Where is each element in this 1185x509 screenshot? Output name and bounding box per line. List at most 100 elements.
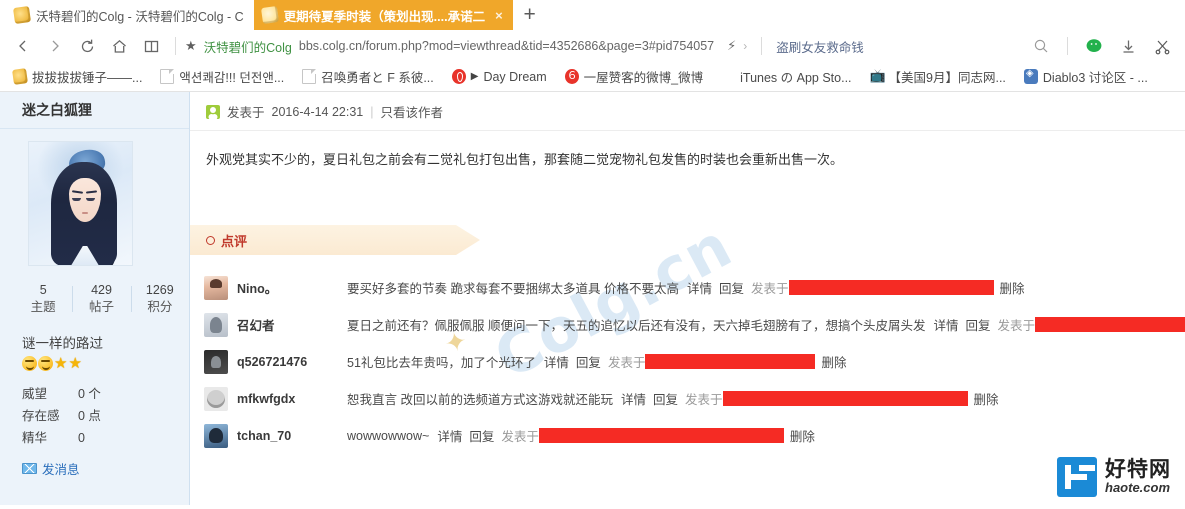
wechat-icon[interactable] xyxy=(1079,31,1109,61)
stat-points-value: 1269 xyxy=(145,283,174,297)
comment-text: 要买好多套的节奏 跪求每套不要捆绑太多道具 价格不要太高 xyxy=(347,282,679,296)
haote-en-label: haote.com xyxy=(1105,480,1171,496)
colg-icon xyxy=(12,5,32,25)
bookmark-6-label: 【美国9月】同志网... xyxy=(888,71,1006,85)
bookmark-star-icon[interactable]: ★ xyxy=(185,38,197,54)
rank-title: 谜一样的路过 xyxy=(22,336,103,351)
attribute-digest: 精华 0 xyxy=(22,427,189,449)
table-row: tchan_70 wowwowwow~ 详情 回复 发表于 删除 xyxy=(204,417,1185,454)
avatar[interactable] xyxy=(204,423,228,448)
attribute-digest-key: 精华 xyxy=(22,431,48,445)
book-icon[interactable] xyxy=(136,31,166,61)
bookmark-2[interactable]: 召喚勇者と F 系彼... xyxy=(293,65,443,89)
table-row: Nino。 要买好多套的节奏 跪求每套不要捆绑太多道具 价格不要太高 详情 回复… xyxy=(204,269,1185,306)
reply-link[interactable]: 回复 xyxy=(469,426,494,445)
bookmark-5-label: iTunes の App Sto... xyxy=(740,71,852,85)
detail-link[interactable]: 详情 xyxy=(687,278,712,297)
star-icon: ★ xyxy=(68,355,82,372)
bookmark-5[interactable]: iTunes の App Sto... xyxy=(712,65,860,89)
flash-icon[interactable]: ⚡ xyxy=(727,38,736,54)
stat-themes[interactable]: 5 主题 xyxy=(14,282,72,316)
comment-author[interactable]: tchan_70 xyxy=(237,429,347,443)
divider xyxy=(761,37,763,55)
avatar[interactable] xyxy=(204,349,228,374)
browser-window: 沃特碧们的Colg - 沃特碧们的Colg - C 更期待夏季时装（策划出现..… xyxy=(0,0,1185,509)
bookmark-7[interactable]: Diablo3 讨论区 - ... xyxy=(1015,65,1157,89)
stat-posts-value: 429 xyxy=(91,283,112,297)
stat-posts[interactable]: 429 帖子 xyxy=(72,282,130,316)
reply-link[interactable]: 回复 xyxy=(719,278,744,297)
table-row: 召幻者 夏日之前还有？佩服佩服 顺便问一下，天五的追忆以后还有没有，天六掉毛翅膀… xyxy=(204,306,1185,343)
forward-arrow-icon[interactable] xyxy=(40,31,70,61)
download-icon[interactable] xyxy=(1113,31,1143,61)
envelope-icon xyxy=(22,463,37,474)
comment-author[interactable]: 召幻者 xyxy=(237,315,347,334)
rank-icons: ★ ★ xyxy=(22,356,189,371)
attribute-prestige-value: 0 个 xyxy=(78,387,101,401)
avatar[interactable] xyxy=(204,386,228,411)
reply-link[interactable]: 回复 xyxy=(966,315,991,334)
bookmark-4[interactable]: 一屋赞客的微博_微博 xyxy=(556,65,712,89)
redacted-timestamp xyxy=(538,428,784,443)
avatar[interactable] xyxy=(204,312,228,337)
detail-link[interactable]: 详情 xyxy=(544,352,569,371)
home-icon[interactable] xyxy=(104,31,134,61)
attribute-presence-key: 存在感 xyxy=(22,409,60,423)
comments-banner-label: 点评 xyxy=(221,233,248,249)
send-message-button[interactable]: 发消息 xyxy=(22,459,189,478)
tab-1-title: 更期待夏季时装（策划出现....承诺二 xyxy=(283,9,486,24)
divider xyxy=(1067,37,1068,55)
bookmark-6[interactable]: 📺 【美国9月】同志网... xyxy=(861,65,1015,89)
table-row: mfkwfgdx 恕我直言 改回以前的选频道方式这游戏就还能玩 详情 回复 发表… xyxy=(204,380,1185,417)
detail-link[interactable]: 详情 xyxy=(437,426,462,445)
only-author-link[interactable]: 只看该作者 xyxy=(381,102,444,121)
bookmark-1[interactable]: 액션쾌감!!! 던전앤... xyxy=(151,65,293,89)
delete-link[interactable]: 删除 xyxy=(821,352,846,371)
colg-icon xyxy=(260,5,279,25)
search-icon[interactable] xyxy=(1026,31,1056,61)
back-arrow-icon[interactable] xyxy=(8,31,38,61)
avatar[interactable] xyxy=(204,275,228,300)
stat-themes-label: 主题 xyxy=(30,300,56,314)
post-posted-date: 2016-4-14 22:31 xyxy=(271,104,364,119)
chevron-right-icon[interactable]: › xyxy=(743,39,747,53)
stat-points[interactable]: 1269 积分 xyxy=(130,282,189,316)
avatar[interactable] xyxy=(28,141,133,266)
author-username[interactable]: 迷之白狐狸 xyxy=(0,92,189,129)
delete-link[interactable]: 删除 xyxy=(790,426,815,445)
bookmark-0[interactable]: 拔拔拔拔锤子——... xyxy=(4,65,151,89)
haote-cn-label: 好特网 xyxy=(1105,458,1171,482)
divider xyxy=(175,37,176,55)
comments-banner: 点评 xyxy=(190,225,480,255)
address-bar[interactable]: ★ 沃特碧们的Colg bbs.colg.cn/forum.php?mod=vi… xyxy=(185,31,1024,61)
comment-author[interactable]: mfkwfgdx xyxy=(237,392,347,406)
send-message-label: 发消息 xyxy=(42,463,80,477)
divider: | xyxy=(370,104,374,119)
reload-icon[interactable] xyxy=(72,31,102,61)
attribute-prestige: 威望 0 个 xyxy=(22,383,189,405)
table-row: q526721476 51礼包比去年贵吗，加了个光环了 详情 回复 发表于 删除 xyxy=(204,343,1185,380)
detail-link[interactable]: 详情 xyxy=(621,389,646,408)
reply-link[interactable]: 回复 xyxy=(653,389,678,408)
comment-author[interactable]: q526721476 xyxy=(237,355,347,369)
posted-label: 发表于 xyxy=(501,430,539,444)
music-icon xyxy=(451,69,466,84)
reply-link[interactable]: 回复 xyxy=(576,352,601,371)
detail-link[interactable]: 详情 xyxy=(933,315,958,334)
close-icon[interactable]: × xyxy=(495,9,503,22)
new-tab-button[interactable]: + xyxy=(513,0,547,30)
author-rank: 谜一样的路过 ★ ★ xyxy=(0,322,189,371)
scissors-icon[interactable] xyxy=(1147,31,1177,61)
delete-link[interactable]: 删除 xyxy=(974,389,999,408)
search-suggestion[interactable]: 盗刷女友救命钱 xyxy=(776,37,864,56)
tab-1[interactable]: 更期待夏季时装（策划出现....承诺二 × xyxy=(253,0,513,30)
comment-author[interactable]: Nino。 xyxy=(237,278,347,297)
colg-icon xyxy=(12,68,28,85)
delete-link[interactable]: 删除 xyxy=(1000,278,1025,297)
tab-0[interactable]: 沃特碧们的Colg - 沃特碧们的Colg - C xyxy=(6,0,254,30)
attribute-presence-value: 0 点 xyxy=(78,409,101,423)
bookmark-3[interactable]: ▶ Day Dream xyxy=(443,65,556,89)
toolbar-right xyxy=(1026,31,1177,61)
smiley-icon xyxy=(38,356,53,371)
comment-text: wowwowwow~ xyxy=(347,428,430,443)
